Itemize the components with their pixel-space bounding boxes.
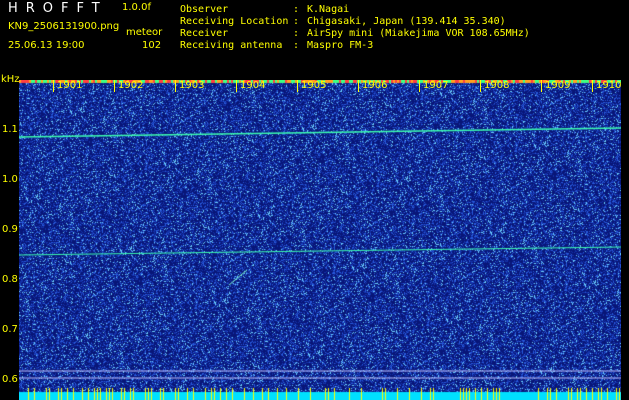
- info-colon: :: [293, 28, 300, 39]
- x-tick-label: 1905: [301, 80, 327, 91]
- y-tick-label: 0.9: [2, 224, 18, 235]
- x-tick-mark: [541, 80, 542, 92]
- info-colon: :: [293, 40, 300, 51]
- x-tick-label: 1907: [423, 80, 449, 91]
- x-tick-label: 1901: [57, 80, 83, 91]
- y-axis-unit: kHz: [1, 74, 20, 85]
- info-key: Receiving antenna: [180, 40, 283, 51]
- x-tick-label: 1904: [240, 80, 266, 91]
- x-tick-mark: [53, 80, 54, 92]
- info-key: Observer: [180, 4, 229, 15]
- y-tick-label: 0.7: [2, 324, 18, 335]
- info-key: Receiver: [180, 28, 229, 39]
- x-tick-mark: [297, 80, 298, 92]
- spectrogram-plot: [19, 80, 621, 400]
- x-tick-mark: [419, 80, 420, 92]
- app-title: HROFFT: [8, 1, 108, 16]
- timestamp-label: 25.06.13 19:00: [8, 40, 85, 51]
- mode-label: meteor: [126, 27, 163, 38]
- x-tick-label: 1910: [596, 80, 622, 91]
- info-colon: :: [293, 16, 300, 27]
- info-colon: :: [293, 4, 300, 15]
- x-tick-label: 1908: [484, 80, 510, 91]
- info-value: AirSpy mini (Miakejima VOR 108.65MHz): [307, 28, 530, 39]
- x-tick-mark: [358, 80, 359, 92]
- y-tick-label: 1.0: [2, 174, 18, 185]
- x-tick-label: 1909: [545, 80, 571, 91]
- x-tick-mark: [480, 80, 481, 92]
- x-tick-label: 1902: [118, 80, 144, 91]
- y-tick-label: 0.6: [2, 374, 18, 385]
- x-tick-mark: [175, 80, 176, 92]
- y-tick-label: 1.1: [2, 124, 18, 135]
- filename-label: KN9_2506131900.png: [8, 21, 120, 32]
- count-label: 102: [142, 40, 162, 51]
- y-tick-label: 0.8: [2, 274, 18, 285]
- info-key: Receiving Location: [180, 16, 289, 27]
- x-tick-label: 1903: [179, 80, 205, 91]
- x-tick-mark: [236, 80, 237, 92]
- x-tick-mark: [114, 80, 115, 92]
- info-value: K.Nagai: [307, 4, 350, 15]
- info-value: Chigasaki, Japan (139.414 35.340): [307, 16, 506, 27]
- info-value: Maspro FM-3: [307, 40, 374, 51]
- version-label: 1.0.0f: [122, 2, 151, 13]
- x-tick-mark: [592, 80, 593, 92]
- x-tick-label: 1906: [362, 80, 388, 91]
